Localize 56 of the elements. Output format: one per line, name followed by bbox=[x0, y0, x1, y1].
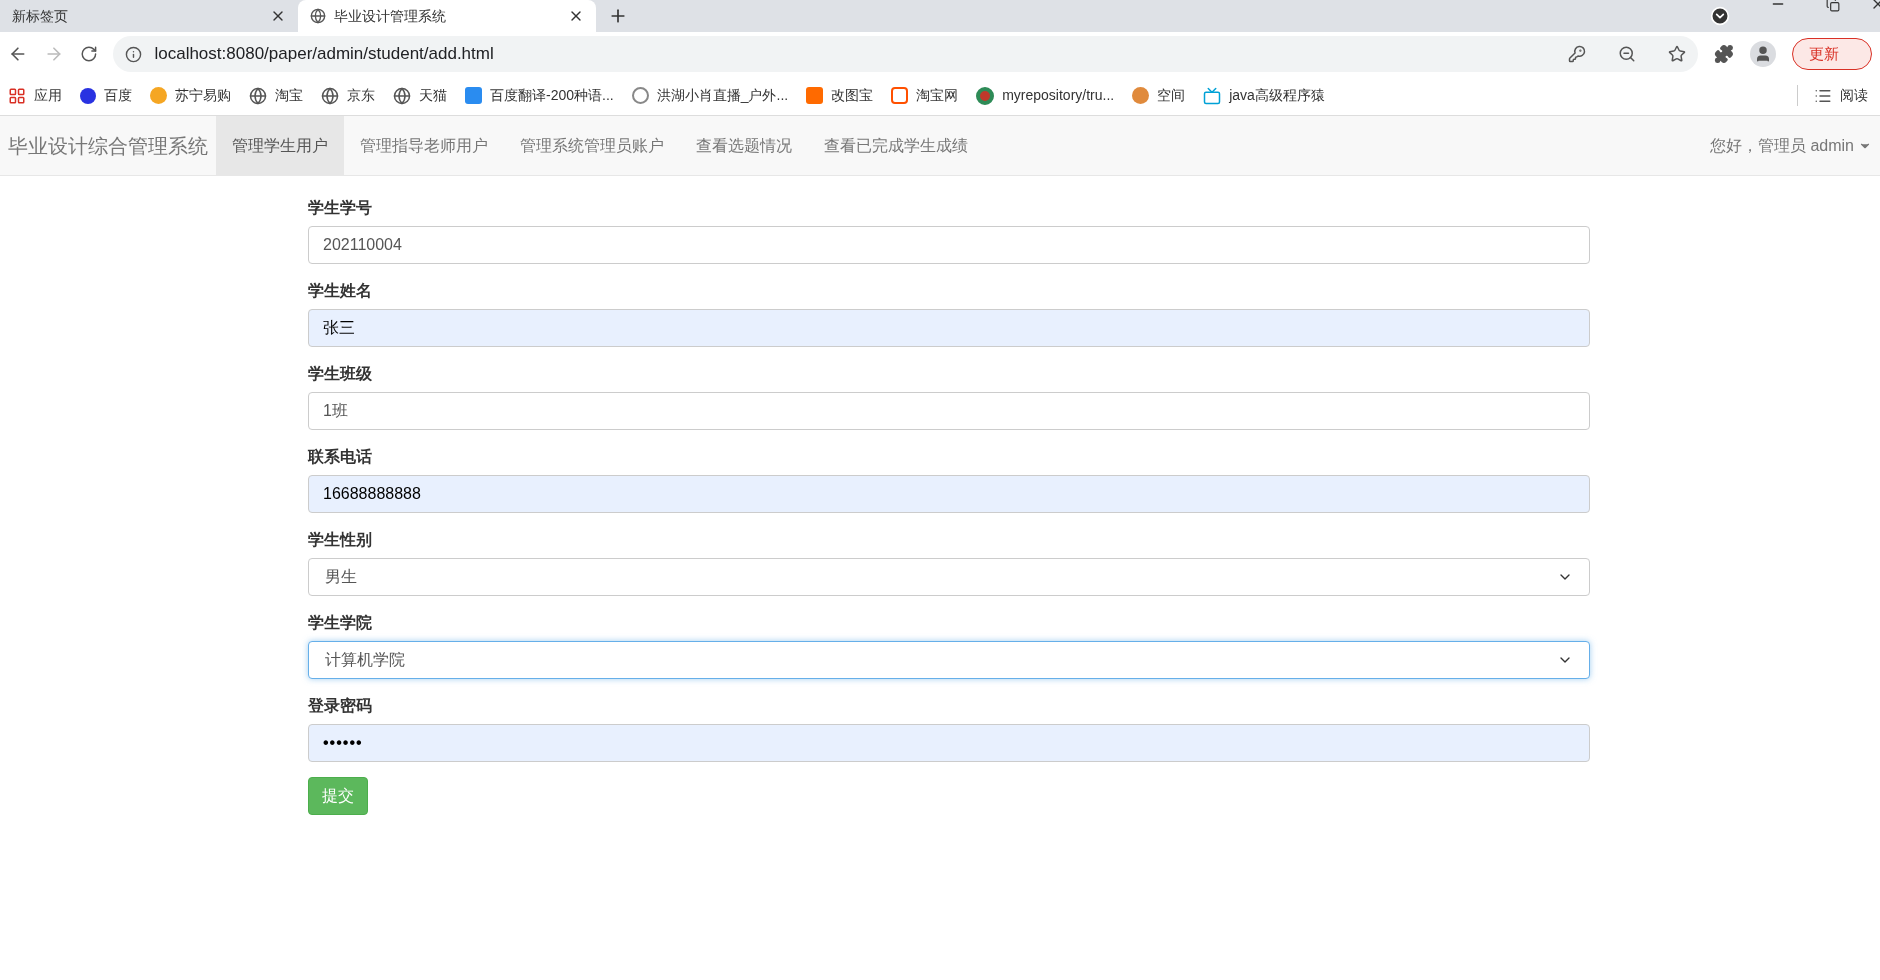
zoom-out-icon[interactable] bbox=[1618, 45, 1637, 63]
bookmark-link[interactable]: 改图宝 bbox=[831, 85, 874, 106]
key-icon[interactable] bbox=[1568, 45, 1587, 63]
tv-icon bbox=[1203, 86, 1222, 105]
field-label: 学生学院 bbox=[308, 613, 373, 633]
input-field[interactable]: 1班 bbox=[308, 392, 1590, 430]
bookmark-link[interactable]: 淘宝 bbox=[275, 85, 303, 106]
tab-title: 新标签页 bbox=[12, 6, 69, 26]
user-menu[interactable]: 您好，管理员 admin bbox=[1701, 116, 1880, 175]
tab-search-icon[interactable] bbox=[1710, 6, 1730, 26]
nav-link[interactable]: 管理指导老师用户 bbox=[344, 116, 504, 175]
profile-avatar[interactable] bbox=[1750, 41, 1776, 67]
bookmark-link[interactable]: 天猫 bbox=[419, 85, 447, 106]
bookmark-link[interactable]: 洪湖小肖直播_户外... bbox=[656, 85, 789, 106]
bookmark-link[interactable]: 百度 bbox=[104, 85, 132, 106]
nav-link[interactable]: 查看已完成学生成绩 bbox=[808, 116, 984, 175]
bookmark-link[interactable]: 应用 bbox=[34, 85, 62, 106]
ring-logo-icon bbox=[976, 86, 995, 105]
field-label: 学生班级 bbox=[308, 364, 373, 384]
bookmark-star-icon[interactable] bbox=[1668, 45, 1687, 63]
field-label: 登录密码 bbox=[308, 696, 373, 716]
bookmark-link[interactable]: 百度翻译-200种语... bbox=[490, 85, 614, 106]
bookmark-link[interactable]: 京东 bbox=[347, 85, 375, 106]
globe-icon bbox=[321, 86, 339, 105]
url-text: localhost:8080/paper/admin/student/add.html bbox=[154, 43, 495, 66]
apps-grid-icon bbox=[8, 86, 26, 105]
input-field[interactable]: 16688888888 bbox=[308, 475, 1590, 513]
nav-link[interactable]: 查看选题情况 bbox=[680, 116, 808, 175]
field-label: 联系电话 bbox=[308, 447, 373, 467]
brand-title: 毕业设计综合管理系统 bbox=[7, 133, 209, 159]
bookmark-link[interactable]: 空间 bbox=[1157, 85, 1186, 106]
bookmark-link[interactable]: 淘宝网 bbox=[916, 85, 959, 106]
globe-icon bbox=[393, 86, 411, 105]
bookmark-link[interactable]: java高级程序猿 bbox=[1229, 85, 1325, 106]
input-field[interactable]: 张三 bbox=[308, 309, 1590, 347]
password-field[interactable]: •••••• bbox=[308, 724, 1590, 762]
info-icon bbox=[125, 45, 143, 63]
extensions-icon[interactable] bbox=[1714, 44, 1735, 64]
dropdown-field[interactable]: 计算机学院 bbox=[308, 641, 1590, 679]
update-button[interactable]: 更新 bbox=[1792, 38, 1872, 70]
reading-list-link[interactable]: 阅读 bbox=[1840, 85, 1868, 106]
reload-icon[interactable] bbox=[79, 45, 98, 63]
dropdown-field[interactable]: 男生 bbox=[308, 558, 1590, 596]
globe-icon bbox=[249, 86, 267, 105]
tab-title: 毕业设计管理系统 bbox=[334, 6, 447, 26]
field-label: 学生学号 bbox=[308, 198, 373, 218]
input-field[interactable]: 202110004 bbox=[308, 226, 1590, 264]
field-label: 学生姓名 bbox=[308, 281, 373, 301]
restore-icon[interactable] bbox=[1826, 0, 1840, 12]
browser-tab[interactable]: 毕业设计管理系统 bbox=[298, 0, 596, 32]
nav-link[interactable]: 管理学生用户 bbox=[216, 116, 344, 175]
field-label: 学生性别 bbox=[308, 530, 373, 550]
nav-link[interactable]: 管理系统管理员账户 bbox=[504, 116, 680, 175]
bookmark-link[interactable]: 苏宁易购 bbox=[175, 85, 231, 106]
bookmark-link[interactable]: myrepository/tru... bbox=[1002, 85, 1115, 106]
address-bar[interactable]: localhost:8080/paper/admin/student/add.html bbox=[113, 36, 1699, 72]
